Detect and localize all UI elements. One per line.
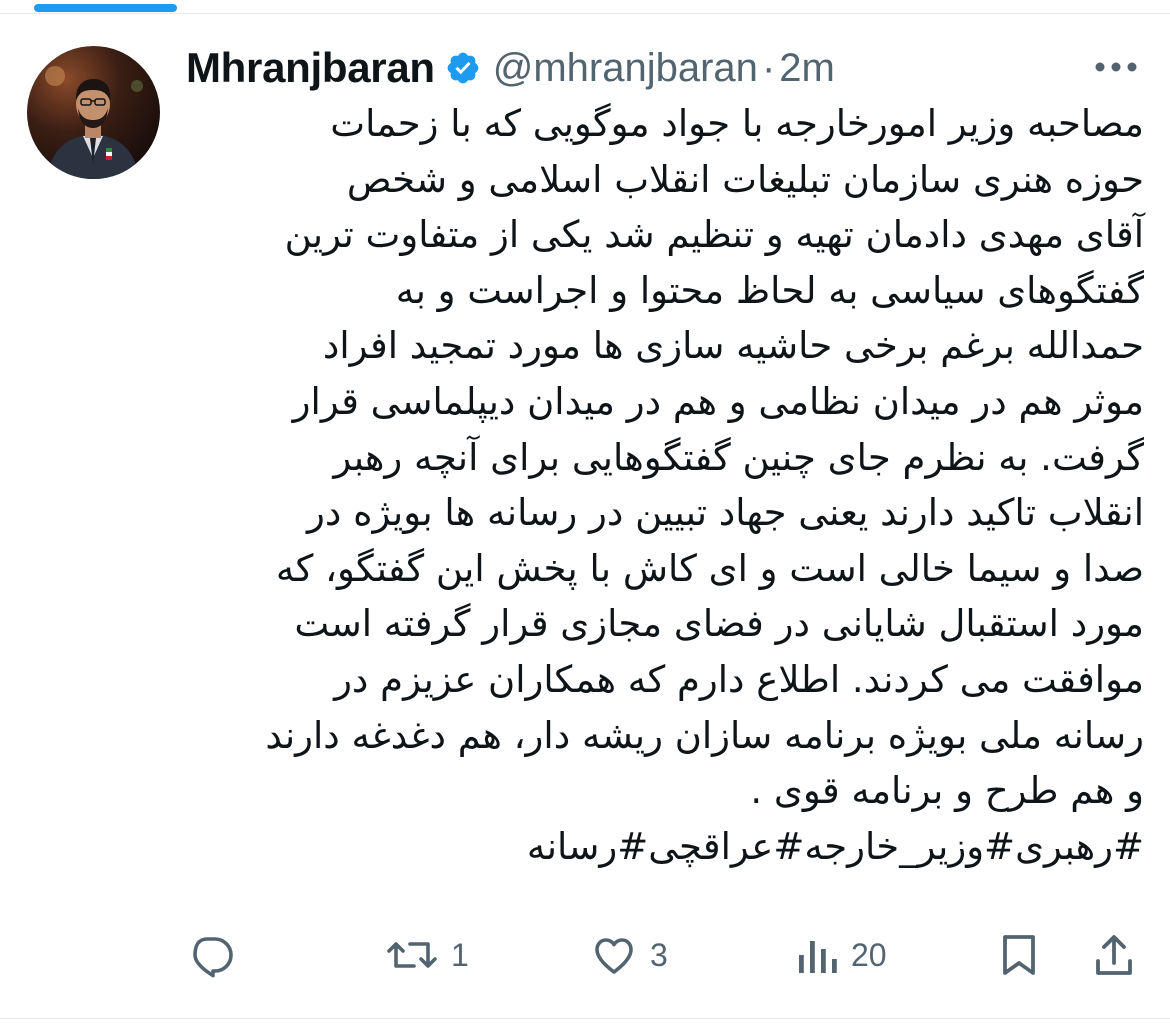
- retweet-icon: [385, 931, 439, 979]
- avatar[interactable]: [27, 46, 160, 179]
- bookmark-icon: [996, 931, 1042, 979]
- retweet-button[interactable]: 1: [385, 925, 469, 985]
- views-icon: [795, 931, 839, 979]
- tweet-text-line: موثر هم در میدان نظامی و هم در میدان دیپ…: [292, 379, 1144, 423]
- share-icon: [1090, 931, 1138, 979]
- hashtag-list: #رهبری#وزیر_خارجه#عراقچی#رسانه: [182, 819, 1144, 875]
- tweet-text-line: انقلاب تاکید دارند یعنی جهاد تبیین در رس…: [307, 491, 1144, 535]
- reply-icon: [187, 931, 235, 979]
- display-name[interactable]: Mhranjbaran: [186, 44, 435, 92]
- divider: [0, 13, 1170, 14]
- tweet-text-line: موافقت می کردند. اطلاع دارم که همکاران ع…: [334, 657, 1144, 701]
- separator-dot: ·: [761, 45, 776, 90]
- divider: [0, 1018, 1170, 1019]
- reply-button[interactable]: [187, 925, 235, 985]
- user-handle[interactable]: @mhranjbaran: [493, 46, 758, 91]
- verified-badge-icon: [445, 50, 481, 86]
- hashtag[interactable]: #عراقچی: [648, 825, 804, 868]
- tweet-text-line: حوزه هنری سازمان تبلیغات انقلاب اسلامی و…: [346, 157, 1144, 201]
- tweet-text-line: و هم طرح و برنامه قوی .: [750, 769, 1144, 813]
- tweet-text-line: رسانه ملی بویژه برنامه سازان ریشه دار، ه…: [265, 713, 1144, 757]
- tweet-text-line: گرفت. به نظرم جای چنین گفتگوهایی برای آن…: [333, 435, 1144, 479]
- tweet-text-line: آقای مهدی دادمان تهیه و تنظیم شد یکی از …: [284, 213, 1144, 257]
- timestamp[interactable]: 2m: [779, 46, 835, 91]
- like-button[interactable]: 3: [590, 925, 668, 985]
- tweet-text-line: گفتگوهای سیاسی به لحاظ محتوا و اجراست و …: [395, 268, 1144, 312]
- tweet-text-line: صدا و سیما خالی است و ای کاش با پخش این …: [275, 546, 1144, 590]
- views-button[interactable]: 20: [795, 925, 887, 985]
- tweet-header: Mhranjbaran @mhranjbaran · 2m: [186, 40, 1146, 96]
- heart-icon: [590, 931, 638, 979]
- hashtag[interactable]: #رسانه: [527, 825, 648, 868]
- tab-indicator: [34, 4, 177, 12]
- hashtag[interactable]: #رهبری: [1015, 825, 1144, 868]
- tweet-text-line: مصاحبه وزیر امورخارجه با جواد موگویی که …: [330, 102, 1144, 145]
- tweet-text: مصاحبه وزیر امورخارجه با جواد موگویی که …: [182, 96, 1144, 874]
- bookmark-button[interactable]: [996, 925, 1042, 985]
- share-button[interactable]: [1090, 925, 1138, 985]
- views-count: 20: [851, 936, 887, 973]
- action-bar: 1 3 20: [0, 925, 1170, 985]
- retweet-count: 1: [451, 936, 469, 973]
- like-count: 3: [650, 936, 668, 973]
- tweet-text-line: حمدالله برغم برخی حاشیه سازی ها مورد تمج…: [322, 324, 1144, 368]
- hashtag[interactable]: #وزیر_خارجه: [804, 825, 1015, 868]
- more-options-icon[interactable]: [1093, 57, 1139, 77]
- tweet-text-line: مورد استقبال شایانی در فضای مجازی قرار گ…: [294, 602, 1144, 646]
